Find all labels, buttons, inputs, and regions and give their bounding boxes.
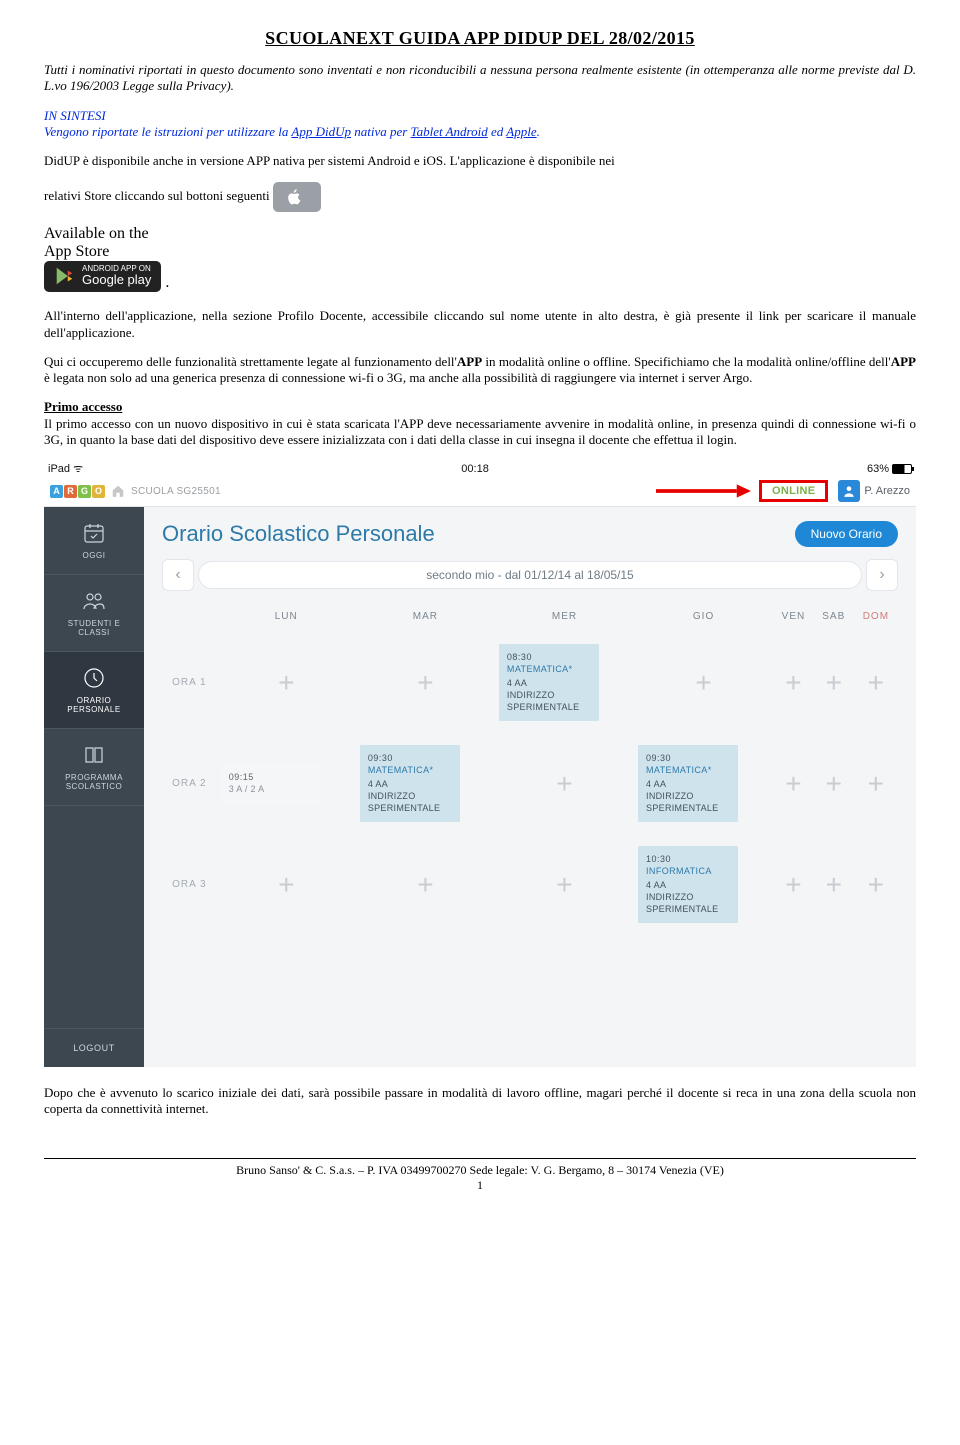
add-slot[interactable]: + [826, 667, 842, 698]
sidebar-item-oggi[interactable]: OGGI [44, 507, 144, 575]
lesson-cell[interactable]: 08:30MATEMATICA*4 AA INDIRIZZO SPERIMENT… [499, 644, 599, 721]
add-slot[interactable]: + [278, 869, 294, 900]
new-orario-button[interactable]: Nuovo Orario [795, 521, 898, 547]
row-label-3: ORA 3 [162, 834, 217, 935]
add-slot[interactable]: + [278, 667, 294, 698]
arrow-annotation [656, 484, 751, 498]
add-slot[interactable]: + [868, 667, 884, 698]
battery-icon [892, 464, 912, 474]
prev-period-button[interactable]: ‹ [162, 559, 194, 591]
body-p1a: DidUP è disponibile anche in versione AP… [44, 153, 916, 169]
panel-title: Orario Scolastico Personale [162, 521, 435, 547]
add-slot[interactable]: + [785, 667, 801, 698]
add-slot[interactable]: + [826, 869, 842, 900]
add-slot[interactable]: + [417, 667, 433, 698]
intro-paragraph: Tutti i nominativi riportati in questo d… [44, 62, 916, 95]
footer-text: Bruno Sanso' & C. S.a.s. – P. IVA 034997… [44, 1158, 916, 1178]
next-period-button[interactable]: › [866, 559, 898, 591]
period-label[interactable]: secondo mio - dal 01/12/14 al 18/05/15 [198, 561, 862, 589]
sidebar-item-studenti[interactable]: STUDENTI E CLASSI [44, 575, 144, 652]
main-panel: Orario Scolastico Personale Nuovo Orario… [144, 507, 916, 1067]
lesson-cell[interactable]: 10:30INFORMATICA4 AA INDIRIZZO SPERIMENT… [638, 846, 738, 923]
add-slot[interactable]: + [785, 869, 801, 900]
school-code: SCUOLA SG25501 [131, 486, 221, 497]
add-slot[interactable]: + [417, 869, 433, 900]
page-number: 1 [44, 1178, 916, 1193]
add-slot[interactable]: + [868, 869, 884, 900]
add-slot[interactable]: + [785, 768, 801, 799]
section-primo-accesso: Primo accesso Il primo accesso con un nu… [44, 399, 916, 448]
body-p1d: Qui ci occuperemo delle funzionalità str… [44, 354, 916, 387]
lesson-cell[interactable]: 09:30MATEMATICA*4 AA INDIRIZZO SPERIMENT… [638, 745, 738, 822]
app-header: A R G O SCUOLA SG25501 ONLINE P. Arezzo [44, 476, 916, 507]
body-p1b: relativi Store cliccando sul bottoni seg… [44, 182, 916, 212]
apple-icon [283, 186, 305, 208]
sidebar-logout[interactable]: LOGOUT [44, 1028, 144, 1067]
schedule-grid: LUNMARMERGIOVENSABDOM ORA 1 + + 08:30MAT… [162, 601, 898, 935]
add-slot[interactable]: + [868, 768, 884, 799]
sidebar-item-programma[interactable]: PROGRAMMA SCOLASTICO [44, 729, 144, 806]
ios-statusbar: iPad ᯤ00:18 63% [44, 461, 916, 476]
online-indicator: ONLINE [759, 480, 828, 502]
avatar[interactable] [838, 480, 860, 502]
lesson-cell[interactable]: 09:153 A / 2 A [221, 764, 321, 804]
body-p1c: All'interno dell'applicazione, nella sez… [44, 308, 916, 341]
app-screenshot: iPad ᯤ00:18 63% A R G O SCUOLA SG25501 O… [44, 461, 916, 1067]
argo-logo: A R G O [50, 485, 105, 498]
row-label-1: ORA 1 [162, 632, 217, 733]
appstore-badge[interactable] [273, 182, 321, 212]
add-slot[interactable]: + [556, 869, 572, 900]
sidebar: OGGI STUDENTI E CLASSI ORARIO PERSONALE … [44, 507, 144, 1067]
home-icon [111, 484, 125, 498]
googleplay-icon [54, 265, 76, 287]
add-slot[interactable]: + [695, 667, 711, 698]
sidebar-item-orario[interactable]: ORARIO PERSONALE [44, 652, 144, 729]
page-title: SCUOLANEXT GUIDA APP DIDUP DEL 28/02/201… [44, 28, 916, 49]
username[interactable]: P. Arezzo [864, 485, 910, 497]
row-label-2: ORA 2 [162, 733, 217, 834]
googleplay-badge[interactable]: ANDROID APP ONGoogle play [44, 261, 161, 291]
lesson-cell[interactable]: 09:30MATEMATICA*4 AA INDIRIZZO SPERIMENT… [360, 745, 460, 822]
post-screenshot-paragraph: Dopo che è avvenuto lo scarico iniziale … [44, 1085, 916, 1118]
sintesi: IN SINTESI Vengono riportate le istruzio… [44, 108, 916, 141]
add-slot[interactable]: + [556, 768, 572, 799]
add-slot[interactable]: + [826, 768, 842, 799]
